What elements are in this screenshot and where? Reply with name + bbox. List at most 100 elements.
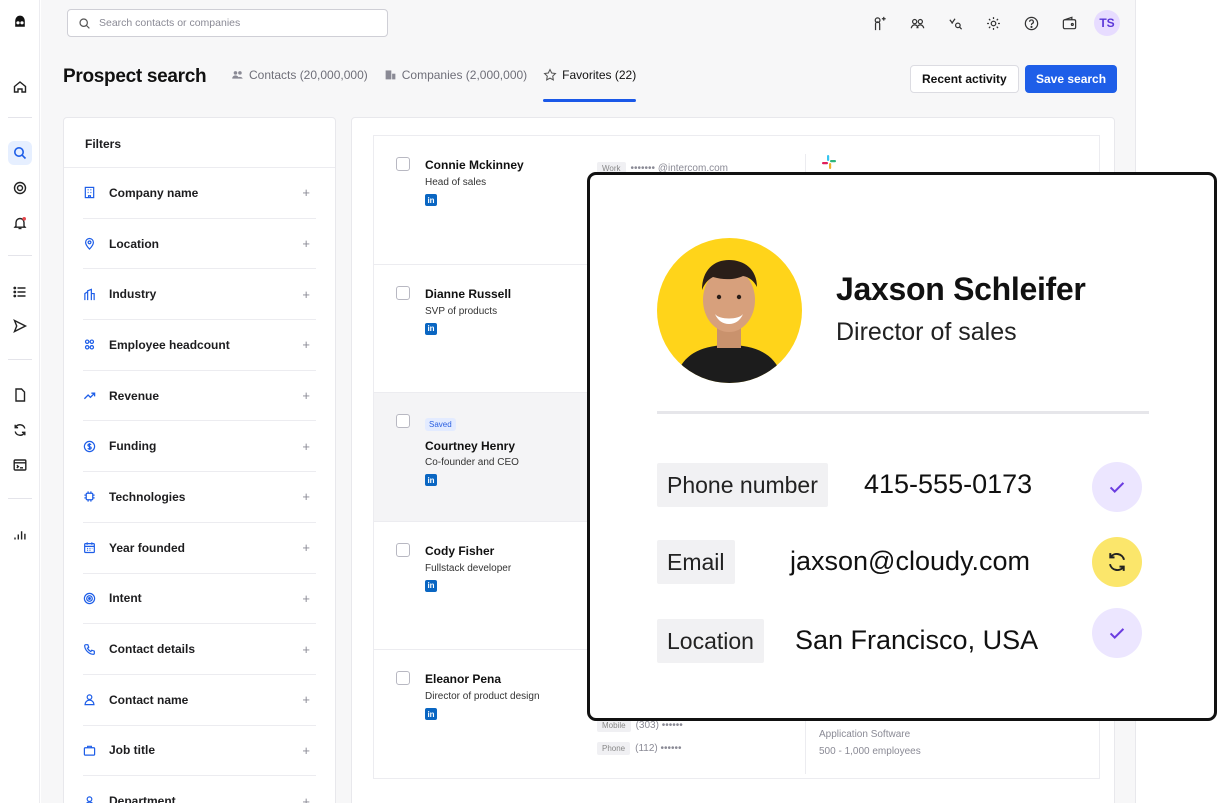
user-avatar[interactable]: TS [1094,10,1120,36]
filter-label: Technologies [109,489,186,504]
phone-label: Phone number [657,463,828,507]
filter-employee-headcount[interactable]: Employee headcount + [83,320,316,371]
profile-role: Director of sales [836,318,1017,346]
filter-label: Company name [109,185,199,200]
plus-icon[interactable]: + [302,185,310,200]
left-nav-rail [0,0,40,803]
save-search-button[interactable]: Save search [1025,65,1118,93]
calendar-icon [83,541,109,554]
people-icon[interactable] [904,10,930,36]
contact-name[interactable]: Cody Fisher [425,544,494,558]
settings-gear-icon[interactable] [980,10,1006,36]
tab-companies-label: Companies (2,000,000) [401,68,528,82]
phone-value[interactable]: 415-555-0173 [864,469,1032,500]
linkedin-icon[interactable]: in [425,579,437,592]
wallet-icon[interactable] [1056,10,1082,36]
plus-icon[interactable]: + [302,236,310,251]
verified-check-icon [1092,608,1142,658]
filter-revenue[interactable]: Revenue + [83,371,316,422]
building-icon [83,186,109,199]
filter-funding[interactable]: Funding + [83,421,316,473]
filter-label: Department [109,794,176,803]
briefcase-icon [83,744,109,757]
app-logo-icon[interactable] [8,10,32,34]
tab-companies[interactable]: Companies (2,000,000) [384,68,527,100]
filter-industry[interactable]: Industry + [83,269,316,321]
plus-icon[interactable]: + [302,489,310,504]
location-value[interactable]: San Francisco, USA [795,625,1038,656]
plus-icon[interactable]: + [302,692,310,707]
tab-favorites[interactable]: Favorites (22) [543,68,637,102]
search-icon [79,17,90,29]
filter-company-name[interactable]: Company name + [83,168,316,219]
home-icon[interactable] [8,75,32,99]
contact-role: Director of product design [425,691,540,703]
contact-role: Head of sales [425,177,487,188]
plus-icon[interactable]: + [302,337,310,352]
filter-label: Employee headcount [109,337,230,352]
filter-job-title[interactable]: Job title + [83,726,316,777]
plus-icon[interactable]: + [302,287,310,302]
target-nav-icon[interactable] [8,176,32,200]
page-title: Prospect search [63,66,207,87]
filter-year-founded[interactable]: Year founded + [83,523,316,574]
target-icon [83,592,109,605]
row-checkbox[interactable] [396,542,410,557]
tab-favorites-label: Favorites (22) [562,68,637,82]
slack-logo-icon [822,155,836,169]
plus-icon[interactable]: + [302,591,310,606]
add-person-icon[interactable] [866,10,892,36]
contact-name[interactable]: Dianne Russell [425,287,511,301]
contact-name[interactable]: Courtney Henry [425,439,515,453]
location-pin-icon [83,237,109,250]
contact-name[interactable]: Connie Mckinney [425,158,524,172]
phone-chip: Phone [597,742,631,756]
plus-icon[interactable]: + [302,794,310,803]
filter-label: Revenue [109,388,160,403]
email-label: Email [657,540,735,584]
tab-contacts[interactable]: Contacts (20,000,000) [231,68,368,100]
list-icon[interactable] [8,280,32,304]
plus-icon[interactable]: + [302,388,310,403]
star-icon [543,68,557,81]
filter-intent[interactable]: Intent + [83,574,316,625]
filter-location[interactable]: Location + [83,219,316,270]
document-icon[interactable] [8,383,32,407]
filter-label: Contact details [109,642,196,657]
search-nav-icon[interactable] [8,141,32,165]
filter-contact-name[interactable]: Contact name + [83,675,316,726]
row-checkbox[interactable] [396,671,410,686]
dollar-icon [83,440,109,453]
plus-icon[interactable]: + [302,642,310,657]
linkedin-icon[interactable]: in [425,474,437,487]
bell-icon[interactable] [8,211,32,235]
recent-activity-button[interactable]: Recent activity [910,65,1019,93]
search-input[interactable] [99,17,369,29]
filter-technologies[interactable]: Technologies + [83,472,316,523]
linkedin-icon[interactable]: in [425,708,437,721]
filter-label: Job title [109,743,156,758]
filter-department[interactable]: Department + [83,776,316,803]
linkedin-icon[interactable]: in [425,194,437,206]
filter-contact-details[interactable]: Contact details + [83,624,316,675]
send-icon[interactable] [8,314,32,338]
contact-name[interactable]: Eleanor Pena [425,672,501,686]
email-value[interactable]: jaxson@cloudy.com [790,546,1030,577]
refresh-icon[interactable] [8,418,32,442]
row-checkbox[interactable] [396,414,410,429]
plus-icon[interactable]: + [302,540,310,555]
people-icon [83,338,109,351]
search-bar[interactable] [67,9,388,37]
person-search-icon[interactable] [942,10,968,36]
plus-icon[interactable]: + [302,743,310,758]
filter-label: Industry [109,287,157,302]
plus-icon[interactable]: + [302,439,310,454]
terminal-icon[interactable] [8,453,32,477]
help-icon[interactable] [1018,10,1044,36]
row-checkbox[interactable] [396,285,410,300]
row-checkbox[interactable] [396,157,410,171]
mobile-masked: (303) •••••• [635,720,683,732]
contact-profile-card: Jaxson Schleifer Director of sales Phone… [587,172,1217,721]
linkedin-icon[interactable]: in [425,322,437,335]
analytics-icon[interactable] [8,523,32,547]
